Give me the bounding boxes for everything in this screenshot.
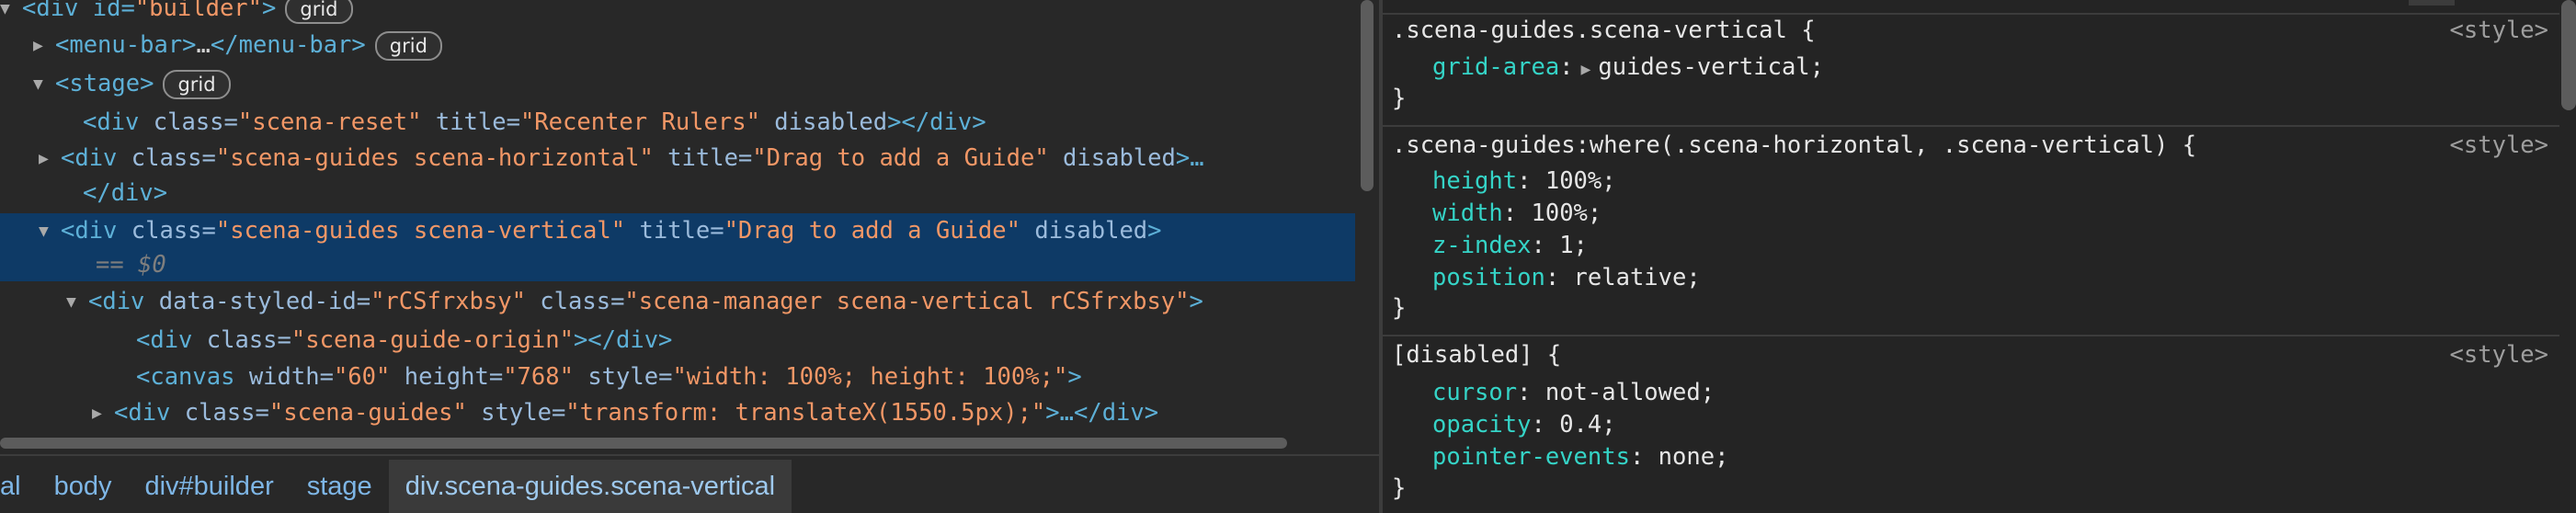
dom-node-scena-manager[interactable]: ▼ <div data-styled-id="rCSfrxbsy" class="… [0,284,1355,319]
breadcrumb-body[interactable]: body [38,460,129,513]
collapse-arrow-icon[interactable]: ▼ [39,214,61,249]
breadcrumb-div-builder[interactable]: div#builder [128,460,290,513]
style-declaration[interactable]: grid-area: ▶ guides-vertical; [1432,51,1824,84]
horizontal-scrollbar[interactable] [0,438,1287,449]
styles-panel: .scena-guides.scena-vertical { <style> g… [1383,0,2576,513]
style-declaration[interactable]: width: 100%; [1432,198,1601,230]
expand-arrow-icon[interactable]: ▶ [39,142,61,177]
dom-node-scena-reset[interactable]: <div class="scena-reset" title="Recenter… [0,105,1355,140]
selected-node-marker: == $0 [0,248,1355,281]
elements-panel: ▼ <div id="builder"> grid ▶ <menu-bar>…</me… [0,0,1379,513]
style-declaration[interactable]: position: relative; [1432,262,1701,294]
dom-node-scena-horizontal[interactable]: ▶ <div class="scena-guides scena-horizont… [0,141,1355,176]
breadcrumb-divider [0,454,1379,456]
rule-selector[interactable]: .scena-guides.scena-vertical { [1392,15,1816,47]
style-declaration[interactable]: height: 100%; [1432,165,1616,198]
dom-node-scena-guides-inner[interactable]: ▶ <div class="scena-guides" style="transf… [0,395,1355,430]
dom-node-stage[interactable]: ▼ <stage> grid [0,66,1355,101]
style-declaration[interactable]: cursor: not-allowed; [1432,377,1715,409]
style-source-link[interactable]: <style> [2450,15,2548,47]
breadcrumb-scena-vertical[interactable]: div.scena-guides.scena-vertical [388,460,792,513]
dom-tree: ▼ <div id="builder"> grid ▶ <menu-bar>…</me… [0,0,1355,432]
panel-top-edge [2409,0,2455,6]
expand-arrow-icon[interactable]: ▶ [33,28,55,63]
rule-separator [1383,335,2559,336]
rule-close-brace: } [1392,85,1407,112]
expand-arrow-icon[interactable]: ▼ [0,0,22,27]
style-declaration[interactable]: z-index: 1; [1432,230,1588,262]
rule-close-brace: } [1392,474,1407,502]
rule-close-brace: } [1392,294,1407,322]
breadcrumb: al body div#builder stage div.scena-guides.s… [0,460,1379,513]
grid-badge[interactable]: grid [163,70,231,99]
grid-badge[interactable]: grid [374,31,442,61]
dom-node-close-tag[interactable]: </div> [0,176,1355,211]
styles-scrollbar[interactable] [2561,0,2576,110]
collapse-arrow-icon[interactable]: ▼ [66,285,88,320]
expand-arrow-icon[interactable]: ▶ [92,396,114,431]
dom-node-scena-guide-origin[interactable]: <div class="scena-guide-origin"></div> [0,323,1355,358]
style-source-link[interactable]: <style> [2450,339,2548,371]
style-source-link[interactable]: <style> [2450,130,2548,162]
rule-selector[interactable]: [disabled] { [1392,339,1561,371]
rule-selector[interactable]: .scena-guides:where(.scena-horizontal, .… [1392,130,2196,162]
dom-node-menu-bar[interactable]: ▶ <menu-bar>…</menu-bar> grid [0,28,1355,63]
dom-node-canvas[interactable]: <canvas width="60" height="768" style="w… [0,359,1355,394]
dom-node-scena-vertical-selected[interactable]: ▼ <div class="scena-guides scena-vertical… [0,213,1355,250]
style-declaration[interactable]: opacity: 0.4; [1432,409,1616,441]
breadcrumb-stage[interactable]: stage [291,460,389,513]
breadcrumb-html[interactable]: al [0,460,38,513]
collapse-arrow-icon[interactable]: ▼ [33,67,55,102]
rule-separator [1383,125,2559,127]
dom-vertical-scrollbar[interactable] [1361,0,1373,191]
grid-badge[interactable]: grid [285,0,353,24]
expand-triangle-icon[interactable]: ▶ [1581,60,1591,79]
dom-node-builder[interactable]: ▼ <div id="builder"> grid [0,0,1355,26]
style-declaration[interactable]: pointer-events: none; [1432,441,1728,473]
